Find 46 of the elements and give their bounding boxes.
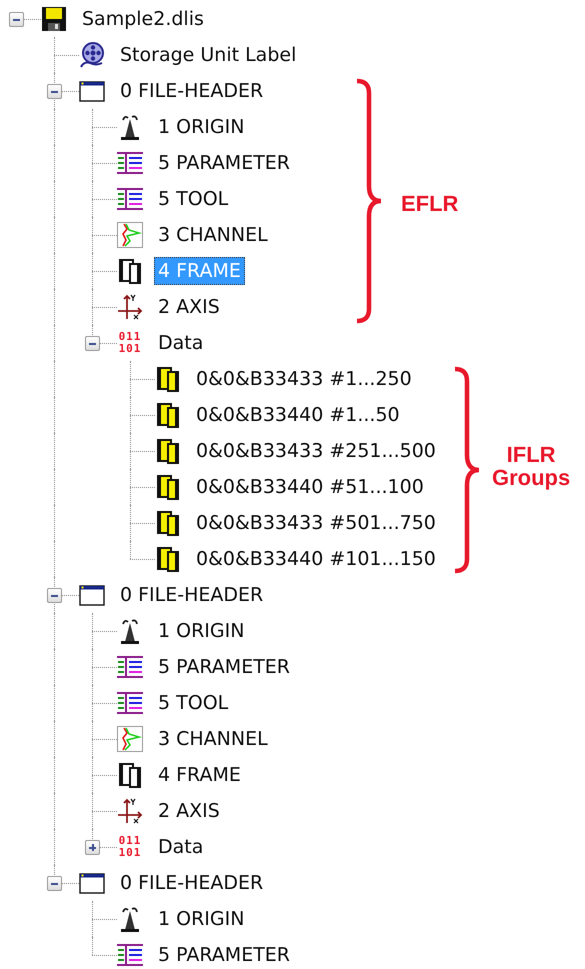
- table-icon: [116, 653, 144, 681]
- tree-item[interactable]: 5 TOOL: [154, 185, 232, 213]
- tree-item[interactable]: 0 FILE-HEADER: [116, 869, 268, 897]
- tree-item[interactable]: 5 PARAMETER: [154, 941, 294, 969]
- tape-reel-icon: [78, 41, 106, 69]
- tree-item[interactable]: 0&0&B33433 #501...750: [192, 509, 440, 537]
- tree-item[interactable]: 1 ORIGIN: [154, 113, 248, 141]
- collapse-toggle[interactable]: [47, 84, 62, 99]
- tree-item[interactable]: 2 AXIS: [154, 293, 224, 321]
- tree-item[interactable]: 4 FRAME: [154, 761, 245, 789]
- expand-toggle[interactable]: [85, 840, 100, 855]
- tree-item[interactable]: 0&0&B33440 #1...50: [192, 401, 404, 429]
- tree-item[interactable]: 0&0&B33433 #1...250: [192, 365, 416, 393]
- tree-item[interactable]: 3 CHANNEL: [154, 725, 272, 753]
- annotation-label: EFLR: [401, 192, 458, 215]
- tree-item[interactable]: Data: [154, 833, 208, 861]
- tree-item[interactable]: Storage Unit Label: [116, 41, 300, 69]
- binary-icon: 011 101: [118, 835, 142, 859]
- axis-icon: [116, 797, 144, 825]
- table-icon: [116, 149, 144, 177]
- tree-item[interactable]: 1 ORIGIN: [154, 905, 248, 933]
- tree-item[interactable]: 5 PARAMETER: [154, 653, 294, 681]
- axis-icon: [116, 293, 144, 321]
- collapse-toggle[interactable]: [85, 336, 100, 351]
- tree-item[interactable]: 2 AXIS: [154, 797, 224, 825]
- table-icon: [116, 941, 144, 969]
- table-icon: [116, 185, 144, 213]
- tree-item[interactable]: 0 FILE-HEADER: [116, 581, 268, 609]
- tree-item[interactable]: 0 FILE-HEADER: [116, 77, 268, 105]
- tree-item[interactable]: Data: [154, 329, 208, 357]
- tree-item[interactable]: 0&0&B33440 #51...100: [192, 473, 428, 501]
- tree-item[interactable]: 1 ORIGIN: [154, 617, 248, 645]
- tree-item[interactable]: 0&0&B33440 #101...150: [192, 545, 440, 573]
- collapse-toggle[interactable]: [47, 588, 62, 603]
- curve-chart-icon: [116, 221, 144, 249]
- table-icon: [116, 689, 144, 717]
- annotation-label: IFLR Groups: [492, 443, 570, 489]
- binary-icon: 011 101: [118, 331, 142, 355]
- tree-item[interactable]: 3 CHANNEL: [154, 221, 272, 249]
- tree-item[interactable]: 0&0&B33433 #251...500: [192, 437, 440, 465]
- curve-chart-icon: [116, 725, 144, 753]
- collapse-toggle[interactable]: [47, 876, 62, 891]
- tree-item[interactable]: 5 TOOL: [154, 689, 232, 717]
- tree-item[interactable]: Sample2.dlis: [78, 5, 208, 33]
- tree-item[interactable]: 5 PARAMETER: [154, 149, 294, 177]
- collapse-toggle[interactable]: [9, 12, 24, 27]
